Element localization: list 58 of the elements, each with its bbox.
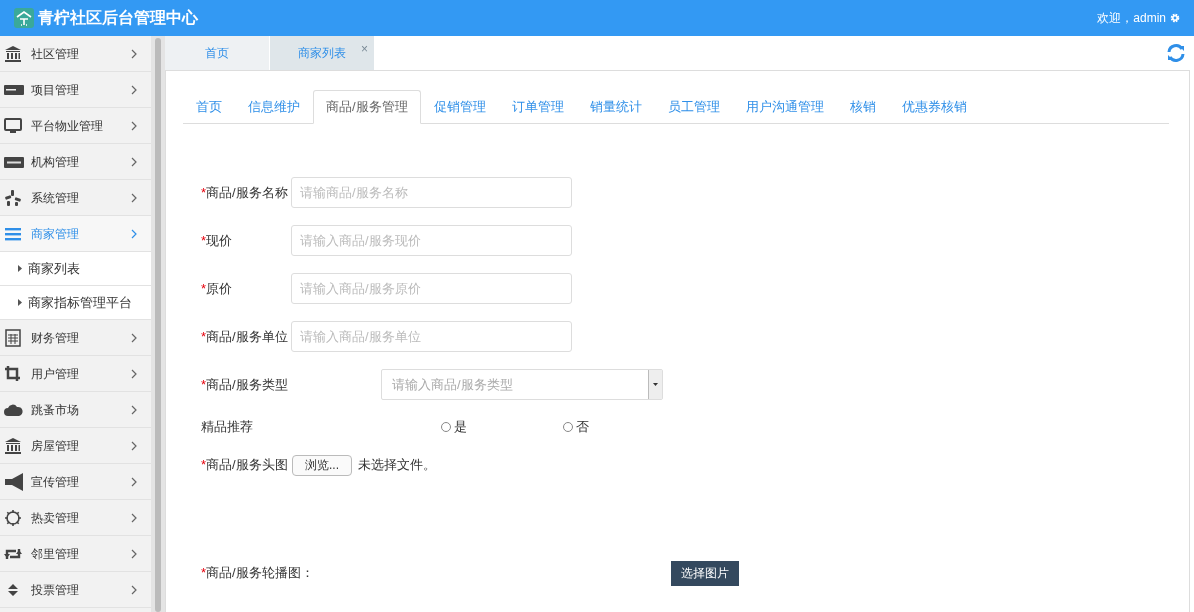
- section-tab[interactable]: 商品/服务管理: [313, 90, 421, 124]
- caret-icon: [18, 265, 22, 272]
- chevron-icon: [131, 156, 137, 167]
- radio-label[interactable]: 是: [454, 417, 467, 437]
- chevron-icon: [131, 120, 137, 131]
- refresh-icon[interactable]: [1166, 43, 1186, 63]
- submenu-item[interactable]: 商家指标管理平台: [0, 286, 151, 320]
- field-label: *商品/服务头图: [201, 456, 289, 475]
- chevron-icon: [131, 192, 137, 203]
- chevron-icon: [131, 584, 137, 595]
- chevron-icon: [131, 84, 137, 95]
- choose-image-button[interactable]: 选择图片: [671, 560, 739, 586]
- chevron-icon: [131, 476, 137, 487]
- section-tab[interactable]: 核销: [836, 90, 889, 124]
- logo-icon: [14, 8, 34, 28]
- section-tab[interactable]: 销量统计: [576, 90, 655, 124]
- chevron-icon: [131, 332, 137, 343]
- input-field[interactable]: 请输商品/服务名称: [291, 177, 572, 208]
- chevron-icon: [131, 368, 137, 379]
- chevron-icon: [131, 48, 137, 59]
- burst-icon: [4, 188, 24, 207]
- radio-label[interactable]: 否: [576, 417, 589, 437]
- calculator-icon: [4, 328, 24, 347]
- chevron-icon: [131, 440, 137, 451]
- monitor-icon: [4, 116, 24, 135]
- field-label: *商品/服务单位: [201, 327, 289, 346]
- gear-icon: [4, 508, 24, 527]
- section-tab[interactable]: 首页: [183, 90, 235, 124]
- section-tab[interactable]: 促销管理: [420, 90, 499, 124]
- submenu-item[interactable]: 商家列表: [0, 252, 151, 286]
- chevron-icon: [131, 548, 137, 559]
- input-field[interactable]: 请输入商品/服务现价: [291, 225, 572, 256]
- field-label: 精品推荐: [201, 418, 254, 437]
- app-title: 青柠社区后台管理中心: [38, 8, 198, 28]
- field-label: *原价: [201, 279, 234, 298]
- field-label: *商品/服务名称: [201, 183, 289, 202]
- file-status-text: 未选择文件。: [358, 456, 436, 475]
- section-tab[interactable]: 员工管理: [654, 90, 733, 124]
- browse-button[interactable]: 浏览...: [292, 454, 352, 476]
- welcome-text: 欢迎，admin: [1097, 10, 1166, 27]
- speaker-icon: [4, 472, 24, 491]
- bank-icon: [4, 44, 24, 63]
- chevron-icon: [131, 512, 137, 523]
- bank-icon: [4, 436, 24, 455]
- settings-icon[interactable]: [1170, 13, 1180, 23]
- input-field[interactable]: 请输入商品/服务单位: [291, 321, 572, 352]
- chevron-icon: [131, 404, 137, 415]
- field-label: *现价: [201, 231, 234, 250]
- caret-icon: [18, 299, 22, 306]
- section-tab[interactable]: 用户沟通管理: [732, 90, 837, 124]
- field-label: *商品/服务类型: [201, 375, 289, 394]
- input-field[interactable]: 请输入商品/服务原价: [291, 273, 572, 304]
- section-tab[interactable]: 优惠券核销: [888, 90, 980, 124]
- caret-icon: [653, 383, 658, 386]
- section-tab[interactable]: 信息维护: [235, 90, 313, 124]
- section-tab[interactable]: 订单管理: [498, 90, 577, 124]
- field-label: *商品/服务轮播图：: [201, 564, 315, 583]
- chevron-icon: [131, 228, 137, 239]
